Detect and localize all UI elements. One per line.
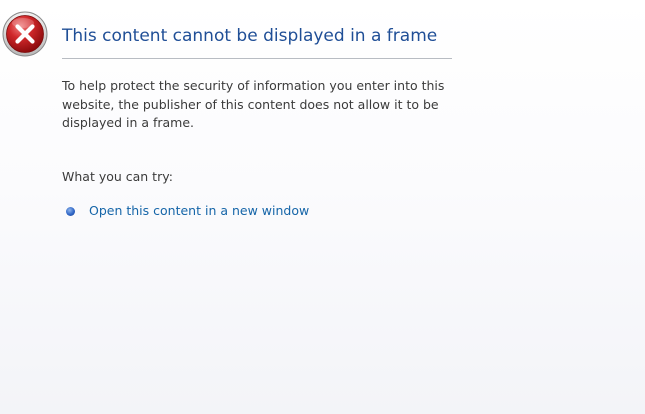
error-x-icon <box>2 11 48 57</box>
title-divider <box>62 58 452 59</box>
page-title: This content cannot be displayed in a fr… <box>62 26 438 46</box>
what-you-can-try-label: What you can try: <box>62 169 173 184</box>
error-description: To help protect the security of informat… <box>62 78 445 130</box>
open-in-new-window-link[interactable]: Open this content in a new window <box>89 202 309 220</box>
option-open-new-window: Open this content in a new window <box>66 202 309 220</box>
bullet-icon <box>66 206 75 216</box>
